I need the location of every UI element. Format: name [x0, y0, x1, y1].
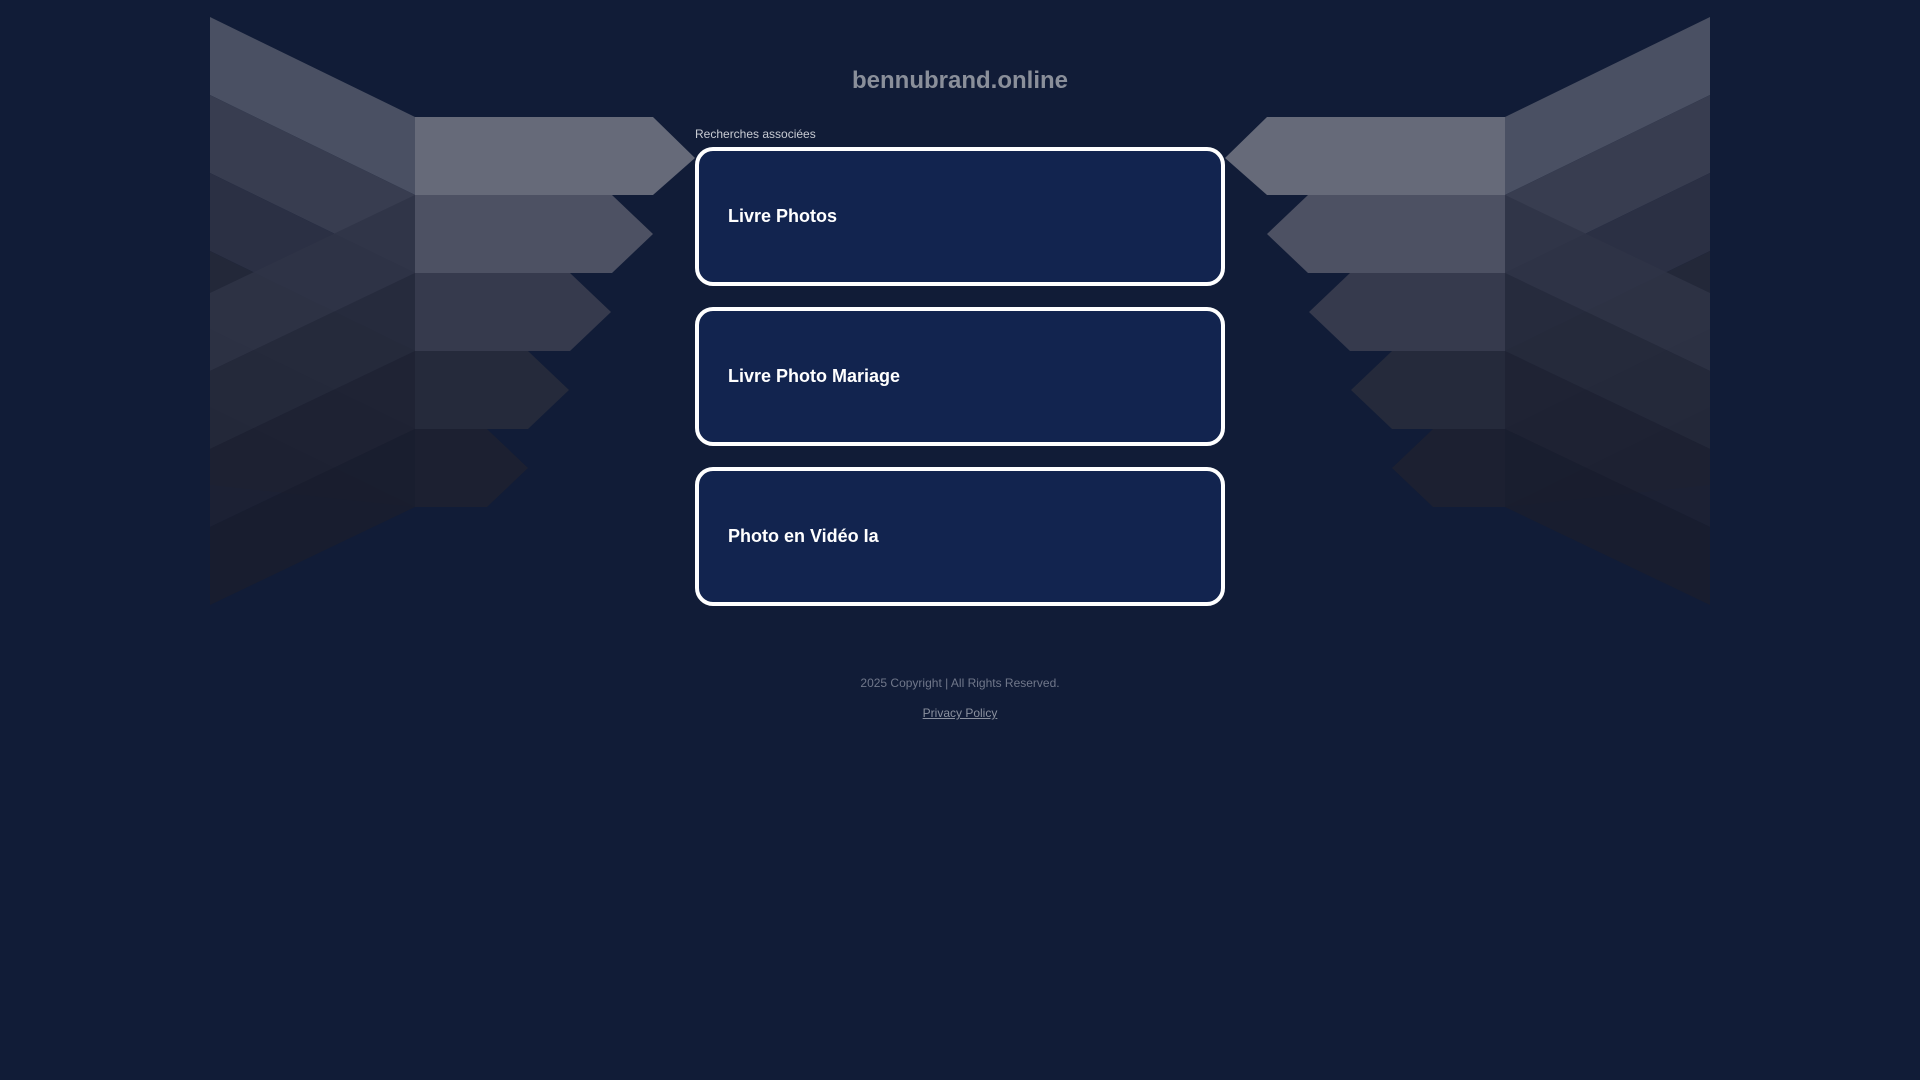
right-wing [1225, 17, 1710, 605]
related-links-list: Livre Photos Livre Photo Mariage Photo e… [695, 147, 1225, 627]
parked-domain-page: bennubrand.online Recherches associées L… [0, 0, 1920, 1080]
related-link-livre-photo-mariage[interactable]: Livre Photo Mariage [695, 307, 1225, 446]
privacy-policy-container: Privacy Policy [0, 706, 1920, 720]
domain-title: bennubrand.online [852, 67, 1068, 94]
privacy-policy-link[interactable]: Privacy Policy [923, 706, 998, 720]
left-wing [210, 17, 695, 605]
related-searches-label: Recherches associées [695, 127, 816, 141]
copyright-text: 2025 Copyright | All Rights Reserved. [860, 676, 1060, 690]
related-link-livre-photos[interactable]: Livre Photos [695, 147, 1225, 286]
related-link-photo-en-video-ia[interactable]: Photo en Vidéo Ia [695, 467, 1225, 606]
